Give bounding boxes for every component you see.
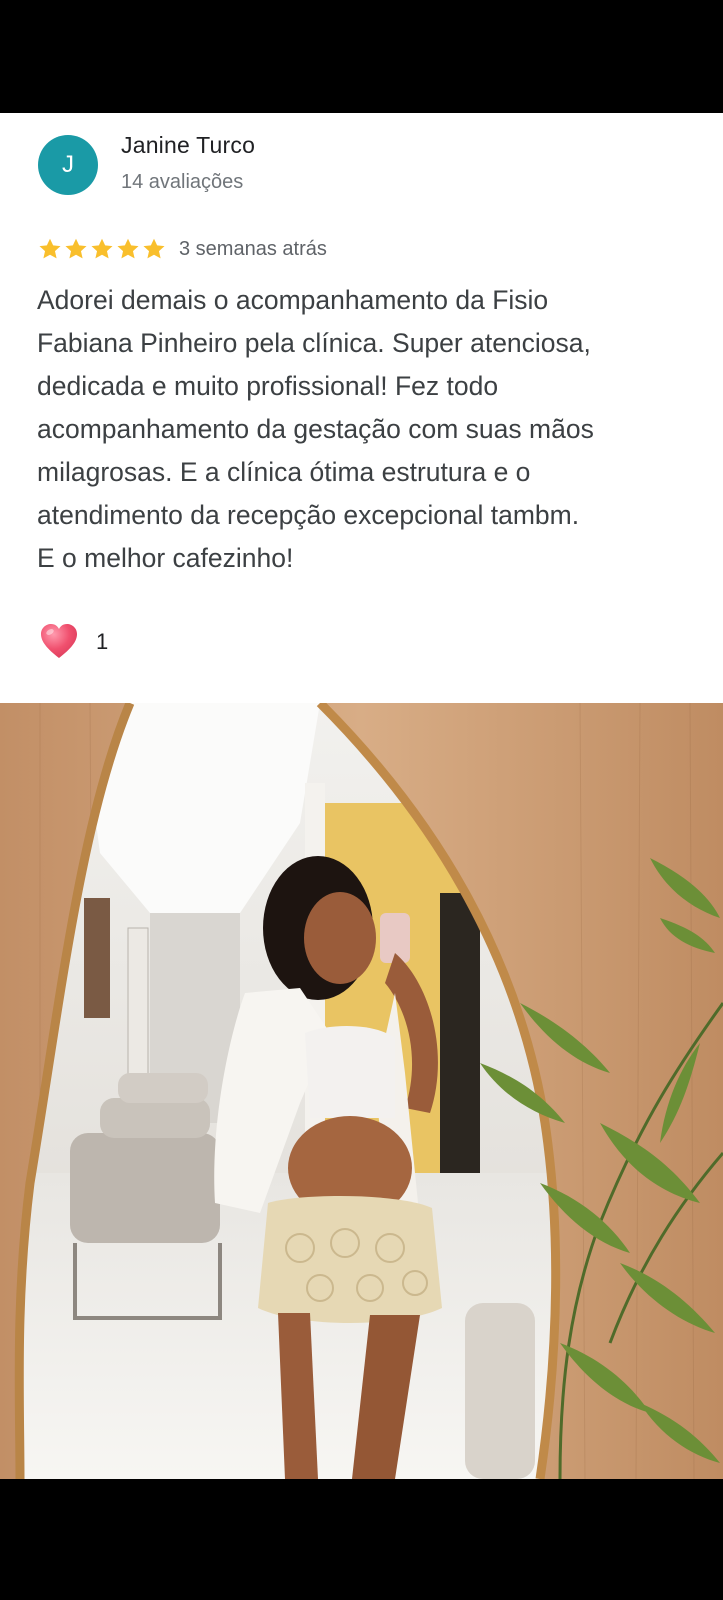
review-count: 14 avaliações: [121, 171, 244, 193]
reaction-button[interactable]: 1: [38, 621, 108, 663]
photo-illustration: [0, 703, 723, 1479]
rating-row: 3 semanas atrás: [37, 235, 327, 263]
star-icon: [115, 236, 141, 262]
heart-icon: [38, 621, 80, 663]
navigation-bar-area: [0, 1479, 723, 1600]
avatar[interactable]: J: [38, 135, 98, 195]
star-icon: [63, 236, 89, 262]
status-bar-area: [0, 0, 723, 113]
reaction-count: 1: [96, 629, 109, 654]
star-icon: [141, 236, 167, 262]
star-icon: [37, 236, 63, 262]
review-photo[interactable]: [0, 703, 723, 1479]
review-text: Adorei demais o acompanhamento da Fisio …: [37, 285, 594, 573]
review-card: J Janine Turco 14 avaliações 3 semanas a…: [0, 113, 723, 703]
review-date: 3 semanas atrás: [179, 237, 327, 260]
star-icon: [89, 236, 115, 262]
star-rating: [37, 236, 167, 262]
author-name[interactable]: Janine Turco: [121, 132, 255, 159]
